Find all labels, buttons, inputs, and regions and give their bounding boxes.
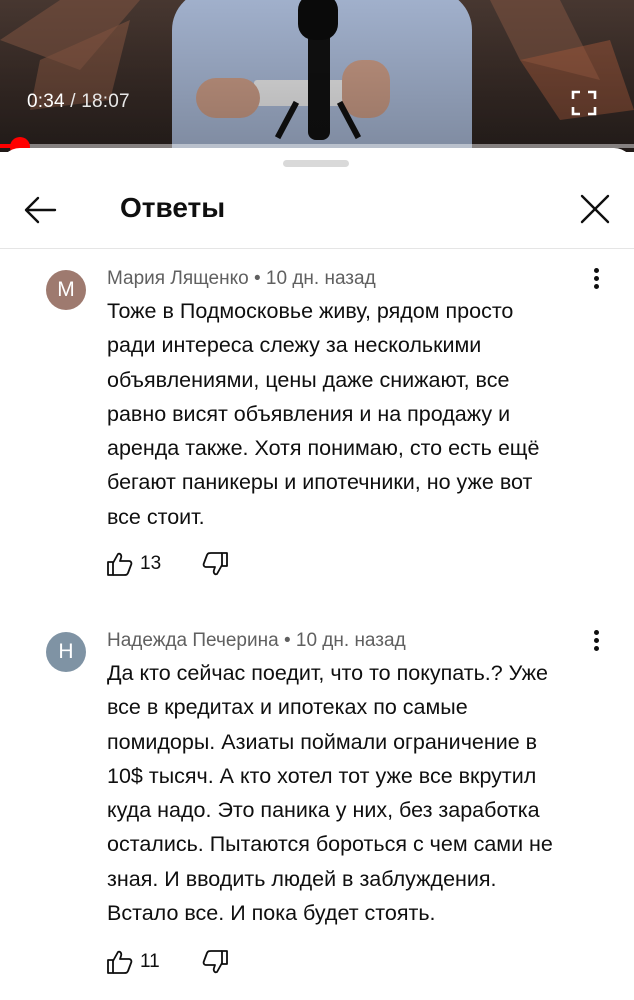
video-overlay [0, 0, 634, 152]
comment-age: 10 дн. назад [295, 630, 406, 651]
replies-panel: Ответы М Мария Лященко • 10 дн. назад То… [0, 148, 634, 1000]
comment-meta: Мария Лященко • 10 дн. назад [107, 268, 376, 290]
like-count: 11 [140, 951, 160, 972]
meta-separator: • [248, 268, 266, 289]
back-button[interactable] [20, 190, 60, 230]
comment-meta: Надежда Печерина • 10 дн. назад [107, 630, 406, 652]
page-title: Ответы [120, 192, 226, 223]
avatar[interactable]: Н [46, 632, 86, 672]
comment-age: 10 дн. назад [265, 268, 376, 289]
more-options-button[interactable] [586, 265, 606, 295]
avatar[interactable]: М [46, 270, 86, 310]
drag-handle[interactable] [283, 160, 349, 167]
close-icon [580, 194, 610, 224]
more-vert-icon [593, 630, 599, 635]
time-separator: / [64, 91, 82, 112]
more-vert-icon [593, 268, 599, 273]
dislike-button[interactable] [201, 948, 231, 978]
video-duration: 18:07 [81, 91, 130, 112]
thumbs-up-icon [107, 950, 133, 974]
thumbs-down-icon [202, 552, 228, 576]
comment-text: Тоже в Подмосковье живу, рядом просто ра… [107, 299, 540, 529]
like-count: 13 [140, 553, 162, 574]
like-button[interactable] [106, 550, 136, 580]
more-vert-icon-dot [593, 638, 599, 643]
replies-header: Ответы [0, 170, 634, 249]
more-vert-icon-dot [593, 646, 599, 651]
fullscreen-button[interactable] [571, 90, 597, 116]
dislike-button[interactable] [201, 550, 231, 580]
thumbs-down-icon [202, 950, 228, 974]
comment-author[interactable]: Надежда Печерина [107, 630, 279, 651]
comment-author[interactable]: Мария Лященко [107, 268, 249, 289]
like-button[interactable] [106, 948, 136, 978]
close-button[interactable] [574, 188, 616, 230]
arrow-left-icon [24, 196, 57, 224]
more-options-button[interactable] [586, 627, 606, 657]
thumbs-up-icon [107, 552, 133, 576]
video-time: 0:34 / 18:07 [27, 91, 130, 113]
comment-text: Да кто сейчас поедит, что то покупать.? … [107, 661, 553, 926]
video-player[interactable]: 0:34 / 18:07 [0, 0, 634, 152]
meta-separator: • [278, 630, 296, 651]
more-vert-icon-dot [593, 284, 599, 289]
fullscreen-icon [571, 90, 597, 116]
current-time: 0:34 [27, 91, 65, 112]
more-vert-icon-dot [593, 276, 599, 281]
